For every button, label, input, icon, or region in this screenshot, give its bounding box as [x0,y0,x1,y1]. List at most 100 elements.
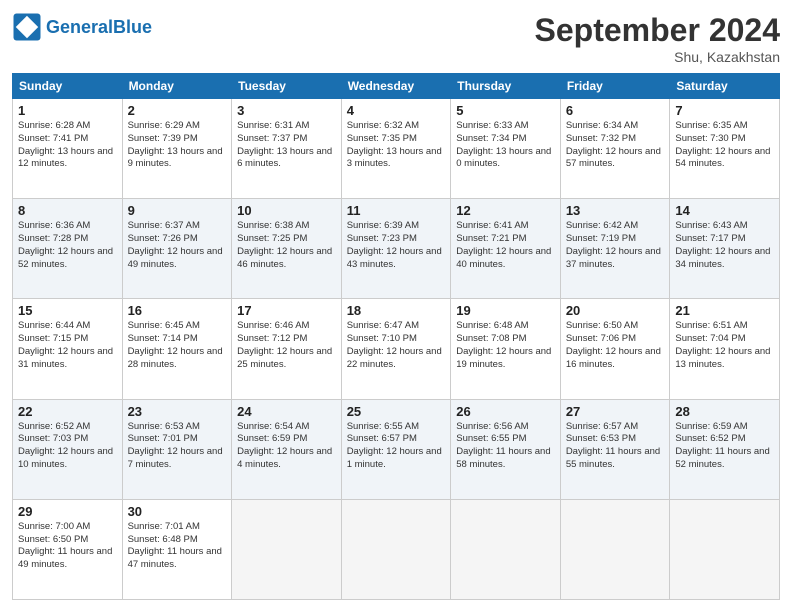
day-number: 24 [237,404,336,419]
sunrise-label: Sunrise: 6:47 AM [347,320,419,331]
daylight-label: Daylight: 13 hours and 6 minutes. [237,146,332,170]
sunset-label: Sunset: 7:39 PM [128,133,198,144]
day-number: 23 [128,404,227,419]
table-row: 24 Sunrise: 6:54 AM Sunset: 6:59 PM Dayl… [232,399,342,499]
sunset-label: Sunset: 7:23 PM [347,233,417,244]
day-number: 10 [237,203,336,218]
col-saturday: Saturday [670,74,780,99]
sunrise-label: Sunrise: 6:56 AM [456,421,528,432]
calendar-week-row: 1 Sunrise: 6:28 AM Sunset: 7:41 PM Dayli… [13,99,780,199]
day-info: Sunrise: 6:47 AM Sunset: 7:10 PM Dayligh… [347,320,446,371]
sunrise-label: Sunrise: 6:59 AM [675,421,747,432]
calendar-week-row: 8 Sunrise: 6:36 AM Sunset: 7:28 PM Dayli… [13,199,780,299]
sunrise-label: Sunrise: 6:37 AM [128,220,200,231]
sunset-label: Sunset: 7:04 PM [675,333,745,344]
sunrise-label: Sunrise: 6:46 AM [237,320,309,331]
logo-blue: Blue [113,17,152,37]
day-number: 15 [18,303,117,318]
daylight-label: Daylight: 12 hours and 22 minutes. [347,346,442,370]
day-info: Sunrise: 6:52 AM Sunset: 7:03 PM Dayligh… [18,421,117,472]
sunset-label: Sunset: 6:59 PM [237,433,307,444]
day-number: 7 [675,103,774,118]
sunset-label: Sunset: 6:53 PM [566,433,636,444]
sunrise-label: Sunrise: 6:50 AM [566,320,638,331]
table-row: 27 Sunrise: 6:57 AM Sunset: 6:53 PM Dayl… [560,399,670,499]
day-info: Sunrise: 6:55 AM Sunset: 6:57 PM Dayligh… [347,421,446,472]
daylight-label: Daylight: 12 hours and 34 minutes. [675,246,770,270]
day-number: 12 [456,203,555,218]
sunrise-label: Sunrise: 6:44 AM [18,320,90,331]
day-number: 8 [18,203,117,218]
sunset-label: Sunset: 7:03 PM [18,433,88,444]
day-info: Sunrise: 6:36 AM Sunset: 7:28 PM Dayligh… [18,220,117,271]
sunrise-label: Sunrise: 6:36 AM [18,220,90,231]
table-row: 13 Sunrise: 6:42 AM Sunset: 7:19 PM Dayl… [560,199,670,299]
sunrise-label: Sunrise: 6:32 AM [347,120,419,131]
day-number: 25 [347,404,446,419]
calendar-week-row: 29 Sunrise: 7:00 AM Sunset: 6:50 PM Dayl… [13,499,780,599]
day-number: 3 [237,103,336,118]
day-number: 16 [128,303,227,318]
day-number: 30 [128,504,227,519]
sunset-label: Sunset: 7:19 PM [566,233,636,244]
daylight-label: Daylight: 12 hours and 40 minutes. [456,246,551,270]
sunset-label: Sunset: 7:15 PM [18,333,88,344]
daylight-label: Daylight: 12 hours and 13 minutes. [675,346,770,370]
day-info: Sunrise: 6:45 AM Sunset: 7:14 PM Dayligh… [128,320,227,371]
calendar-week-row: 15 Sunrise: 6:44 AM Sunset: 7:15 PM Dayl… [13,299,780,399]
sunset-label: Sunset: 7:17 PM [675,233,745,244]
day-number: 19 [456,303,555,318]
table-row: 30 Sunrise: 7:01 AM Sunset: 6:48 PM Dayl… [122,499,232,599]
table-row: 9 Sunrise: 6:37 AM Sunset: 7:26 PM Dayli… [122,199,232,299]
sunrise-label: Sunrise: 7:01 AM [128,521,200,532]
sunset-label: Sunset: 7:21 PM [456,233,526,244]
col-wednesday: Wednesday [341,74,451,99]
col-thursday: Thursday [451,74,561,99]
sunset-label: Sunset: 7:25 PM [237,233,307,244]
daylight-label: Daylight: 12 hours and 43 minutes. [347,246,442,270]
sunset-label: Sunset: 7:26 PM [128,233,198,244]
daylight-label: Daylight: 11 hours and 55 minutes. [566,446,660,470]
table-row [560,499,670,599]
table-row: 17 Sunrise: 6:46 AM Sunset: 7:12 PM Dayl… [232,299,342,399]
month-title: September 2024 [535,12,780,49]
sunset-label: Sunset: 7:32 PM [566,133,636,144]
day-number: 21 [675,303,774,318]
day-info: Sunrise: 6:48 AM Sunset: 7:08 PM Dayligh… [456,320,555,371]
sunrise-label: Sunrise: 6:57 AM [566,421,638,432]
table-row: 8 Sunrise: 6:36 AM Sunset: 7:28 PM Dayli… [13,199,123,299]
sunrise-label: Sunrise: 6:31 AM [237,120,309,131]
daylight-label: Daylight: 12 hours and 10 minutes. [18,446,113,470]
day-info: Sunrise: 6:51 AM Sunset: 7:04 PM Dayligh… [675,320,774,371]
table-row: 5 Sunrise: 6:33 AM Sunset: 7:34 PM Dayli… [451,99,561,199]
table-row [451,499,561,599]
daylight-label: Daylight: 11 hours and 58 minutes. [456,446,550,470]
table-row: 7 Sunrise: 6:35 AM Sunset: 7:30 PM Dayli… [670,99,780,199]
day-info: Sunrise: 6:46 AM Sunset: 7:12 PM Dayligh… [237,320,336,371]
table-row [232,499,342,599]
table-row: 29 Sunrise: 7:00 AM Sunset: 6:50 PM Dayl… [13,499,123,599]
day-info: Sunrise: 6:31 AM Sunset: 7:37 PM Dayligh… [237,120,336,171]
day-info: Sunrise: 7:01 AM Sunset: 6:48 PM Dayligh… [128,521,227,572]
sunrise-label: Sunrise: 6:34 AM [566,120,638,131]
table-row: 10 Sunrise: 6:38 AM Sunset: 7:25 PM Dayl… [232,199,342,299]
table-row: 25 Sunrise: 6:55 AM Sunset: 6:57 PM Dayl… [341,399,451,499]
table-row: 11 Sunrise: 6:39 AM Sunset: 7:23 PM Dayl… [341,199,451,299]
day-number: 11 [347,203,446,218]
table-row: 3 Sunrise: 6:31 AM Sunset: 7:37 PM Dayli… [232,99,342,199]
table-row: 16 Sunrise: 6:45 AM Sunset: 7:14 PM Dayl… [122,299,232,399]
daylight-label: Daylight: 13 hours and 3 minutes. [347,146,442,170]
day-number: 20 [566,303,665,318]
day-number: 1 [18,103,117,118]
daylight-label: Daylight: 12 hours and 16 minutes. [566,346,661,370]
table-row: 12 Sunrise: 6:41 AM Sunset: 7:21 PM Dayl… [451,199,561,299]
daylight-label: Daylight: 12 hours and 7 minutes. [128,446,223,470]
table-row: 2 Sunrise: 6:29 AM Sunset: 7:39 PM Dayli… [122,99,232,199]
sunset-label: Sunset: 6:57 PM [347,433,417,444]
sunset-label: Sunset: 6:52 PM [675,433,745,444]
daylight-label: Daylight: 12 hours and 4 minutes. [237,446,332,470]
table-row: 23 Sunrise: 6:53 AM Sunset: 7:01 PM Dayl… [122,399,232,499]
table-row: 21 Sunrise: 6:51 AM Sunset: 7:04 PM Dayl… [670,299,780,399]
daylight-label: Daylight: 12 hours and 57 minutes. [566,146,661,170]
logo-general: General [46,17,113,37]
